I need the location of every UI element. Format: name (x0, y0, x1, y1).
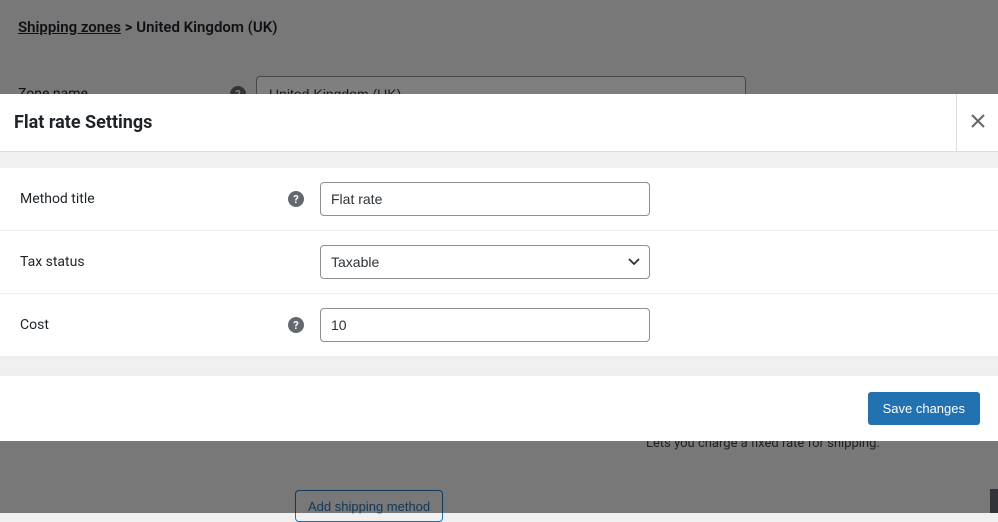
help-icon[interactable]: ? (288, 317, 304, 333)
tax-status-row: Tax status Taxable (0, 231, 998, 294)
close-icon (971, 112, 985, 133)
modal-header: Flat rate Settings (0, 94, 998, 152)
tax-status-select[interactable]: Taxable (320, 245, 650, 279)
help-icon[interactable]: ? (288, 191, 304, 207)
method-title-label: Method title (20, 191, 95, 207)
close-button[interactable] (956, 94, 998, 151)
modal-title: Flat rate Settings (0, 112, 152, 133)
method-title-input[interactable] (320, 182, 650, 216)
method-title-row: Method title ? (0, 168, 998, 231)
cost-label: Cost (20, 317, 49, 333)
cost-row: Cost ? (0, 294, 998, 357)
flat-rate-settings-modal: Flat rate Settings Method title ? Tax st… (0, 94, 998, 441)
save-changes-button[interactable]: Save changes (868, 392, 980, 425)
modal-footer: Save changes (0, 375, 998, 441)
cost-input[interactable] (320, 308, 650, 342)
tax-status-label: Tax status (20, 254, 85, 270)
